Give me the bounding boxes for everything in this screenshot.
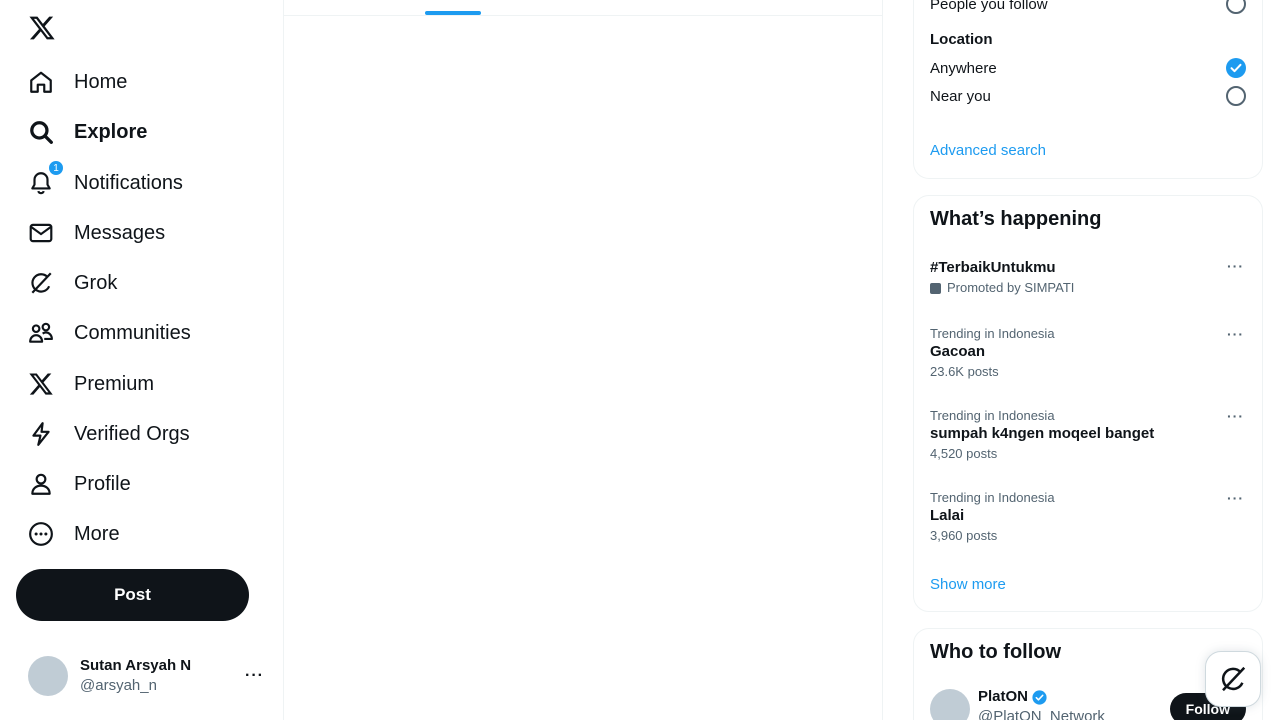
- nav-label: Notifications: [74, 171, 183, 194]
- promoted-label: Promoted by SIMPATI: [930, 280, 1246, 296]
- trend-item[interactable]: Trending in Indonesia Gacoan 23.6K posts…: [914, 326, 1262, 380]
- lightning-icon: [28, 421, 54, 447]
- trend-name: Gacoan: [930, 343, 986, 360]
- whats-happening-card: What’s happening #TerbaikUntukmu Promote…: [913, 195, 1263, 612]
- filter-option-label: Near you: [930, 87, 991, 105]
- trend-post-count: 4,520 posts: [930, 446, 998, 461]
- trend-context: Trending in Indonesia: [930, 326, 1055, 341]
- nav-explore[interactable]: Explore: [16, 108, 159, 156]
- more-horizontal-icon[interactable]: ···: [1227, 490, 1244, 506]
- trend-post-count: 23.6K posts: [930, 364, 999, 379]
- filter-anywhere[interactable]: Anywhere: [930, 54, 1246, 82]
- trend-name: sumpah k4ngen moqeel banget: [930, 425, 1155, 442]
- more-horizontal-icon[interactable]: ···: [245, 667, 264, 685]
- search-filters-card: People you follow Location Anywhere Near…: [913, 0, 1263, 179]
- nav-label: Grok: [74, 271, 118, 294]
- trend-context: Trending in Indonesia: [930, 490, 1055, 505]
- avatar: [930, 689, 970, 720]
- avatar: [28, 656, 68, 696]
- account-handle: @arsyah_n: [80, 677, 157, 694]
- advanced-search-link[interactable]: Advanced search: [930, 142, 1046, 159]
- trend-item[interactable]: Trending in Indonesia Lalai 3,960 posts …: [914, 490, 1262, 544]
- nav-messages[interactable]: Messages: [16, 209, 177, 257]
- who-to-follow-title: Who to follow: [930, 641, 1062, 663]
- filter-option-label: People you follow: [930, 0, 1048, 13]
- left-sidebar: Home Explore 1 Notifications Messages Gr…: [0, 0, 284, 720]
- more-horizontal-icon[interactable]: ···: [1227, 408, 1244, 424]
- active-tab-indicator: [425, 11, 481, 15]
- mail-icon: [28, 220, 54, 246]
- filter-option-label: Anywhere: [930, 59, 997, 77]
- promoted-text: Promoted by SIMPATI: [947, 280, 1075, 295]
- more-circle-icon: [28, 521, 54, 547]
- promoted-icon: [930, 282, 941, 294]
- trend-item[interactable]: #TerbaikUntukmu Promoted by SIMPATI ···: [914, 258, 1262, 296]
- more-horizontal-icon[interactable]: ···: [1227, 258, 1244, 274]
- grok-icon: [28, 270, 54, 296]
- suggestion-name: PlatON: [978, 688, 1029, 705]
- nav-label: Profile: [74, 472, 131, 495]
- nav-grok[interactable]: Grok: [16, 259, 129, 307]
- x-logo-icon: [28, 371, 54, 397]
- account-switcher[interactable]: Sutan Arsyah N @arsyah_n ···: [16, 646, 276, 706]
- nav-label: Explore: [74, 120, 148, 143]
- nav-premium[interactable]: Premium: [16, 360, 166, 408]
- account-name: Sutan Arsyah N: [80, 657, 192, 674]
- people-icon: [28, 320, 54, 346]
- home-icon: [28, 69, 54, 95]
- nav-communities[interactable]: Communities: [16, 309, 203, 357]
- tab-strip: [284, 0, 883, 16]
- nav-label: Verified Orgs: [74, 422, 190, 445]
- nav-label: Premium: [74, 372, 155, 395]
- nav-more[interactable]: More: [16, 510, 132, 558]
- whats-happening-title: What’s happening: [930, 208, 1102, 230]
- nav-label: Home: [74, 70, 128, 93]
- grok-icon: [1221, 666, 1246, 692]
- radio-checked[interactable]: [1226, 58, 1246, 78]
- nav-label: Communities: [74, 321, 191, 344]
- nav-verified-orgs[interactable]: Verified Orgs: [16, 410, 202, 458]
- more-horizontal-icon[interactable]: ···: [1227, 326, 1244, 342]
- trend-name: Lalai: [930, 507, 965, 524]
- search-icon: [28, 119, 54, 145]
- show-more-link[interactable]: Show more: [930, 576, 1006, 593]
- nav-notifications[interactable]: 1 Notifications: [16, 159, 195, 207]
- trend-name: #TerbaikUntukmu: [930, 259, 1056, 276]
- check-icon: [1230, 63, 1242, 73]
- radio-unchecked[interactable]: [1226, 86, 1246, 106]
- trend-post-count: 3,960 posts: [930, 528, 998, 543]
- person-icon: [28, 471, 54, 497]
- follow-suggestion[interactable]: PlatON @PlatON_Network Follow: [930, 687, 1246, 720]
- nav-home[interactable]: Home: [16, 58, 139, 106]
- x-logo-icon[interactable]: [28, 14, 56, 42]
- nav-label: More: [74, 522, 120, 545]
- trend-item[interactable]: Trending in Indonesia sumpah k4ngen moqe…: [914, 408, 1262, 462]
- nav-label: Messages: [74, 221, 166, 244]
- post-button[interactable]: Post: [16, 569, 249, 621]
- notification-count-badge: 1: [48, 160, 64, 176]
- trend-context: Trending in Indonesia: [930, 408, 1055, 423]
- filter-people-you-follow[interactable]: People you follow: [930, 0, 1246, 18]
- location-heading: Location: [930, 31, 993, 48]
- grok-floating-button[interactable]: [1205, 651, 1261, 707]
- verified-badge-icon: [1032, 689, 1047, 705]
- main-column: [284, 0, 883, 720]
- radio-unchecked[interactable]: [1226, 0, 1246, 14]
- nav-profile[interactable]: Profile: [16, 460, 143, 508]
- filter-near-you[interactable]: Near you: [930, 82, 1246, 110]
- bell-icon: 1: [28, 160, 64, 196]
